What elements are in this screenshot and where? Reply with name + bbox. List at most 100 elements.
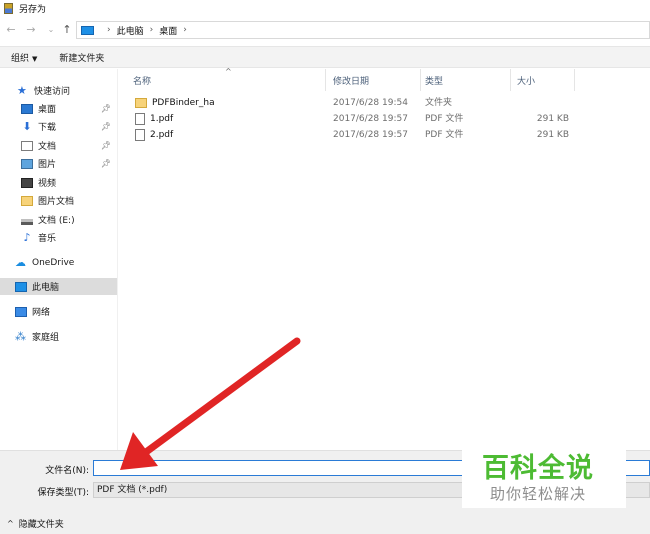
pin-icon[interactable]: 📌︎ [101,122,111,131]
sidebar-item-music[interactable]: ♪ 音乐 [0,229,117,246]
column-header-date[interactable]: 修改日期 [333,69,369,91]
file-type: PDF 文件 [425,114,464,124]
sidebar-item-label: 图片文档 [38,197,75,207]
file-row-pdf-1[interactable]: 1.pdf 2017/6/28 19:57 PDF 文件 291 KB [119,111,650,127]
file-name: 1.pdf [150,114,174,124]
app-icon [4,2,13,14]
document-icon [21,140,33,151]
column-divider[interactable] [325,69,326,91]
watermark-title: 百科全说 [482,453,594,484]
music-icon: ♪ [23,230,31,244]
sidebar-item-this-pc[interactable]: 此电脑 [0,278,117,295]
cloud-icon: ☁ [15,255,26,269]
file-name-cell: 2.pdf [135,127,173,143]
column-divider[interactable] [510,69,511,91]
column-header-type[interactable]: 类型 [425,69,443,91]
file-date: 2017/6/28 19:57 [333,130,408,140]
sidebar-item-label: 网络 [32,308,51,318]
sidebar-item-downloads[interactable]: ⬇ 下载 📌︎ [0,118,117,135]
sidebar-item-label: OneDrive [32,257,75,268]
pdf-file-icon [135,129,145,141]
sidebar-item-label: 下载 [38,123,57,133]
sidebar-item-quick-access[interactable]: ★ 快速访问 [0,82,117,99]
breadcrumb-this-pc[interactable]: 此电脑 [117,24,144,37]
file-date: 2017/6/28 19:54 [333,98,408,108]
organize-button[interactable]: 组织 ▼ [11,51,37,64]
sidebar-item-label: 文档 (E:) [38,216,75,226]
drive-icon [21,218,33,225]
file-name: 2.pdf [150,130,174,140]
sidebar-item-label: 文档 [38,142,57,152]
pin-icon[interactable]: 📌︎ [101,141,111,150]
computer-icon [15,281,27,292]
watermark: 百科全说 助你轻松解决 [462,440,626,508]
sidebar-item-label: 快速访问 [34,87,71,97]
sidebar-item-label: 此电脑 [32,283,60,293]
file-size: 291 KB [536,114,569,124]
picture-icon [21,158,33,169]
file-type: 文件夹 [425,98,453,108]
sidebar-item-desktop[interactable]: 桌面 📌︎ [0,100,117,117]
file-date: 2017/6/28 19:57 [333,114,408,124]
filetype-label: 保存类型(T): [37,488,89,498]
sort-ascending-icon: ^ [225,67,232,76]
address-bar[interactable]: › 此电脑 › 桌面 › [76,21,650,39]
new-folder-button[interactable]: 新建文件夹 [59,51,104,64]
hide-folders-button[interactable]: 隐藏文件夹 [19,517,64,530]
title-bar: 另存为 [0,0,650,16]
sidebar-item-network[interactable]: 网络 [0,303,117,320]
address-row: ← → ⌄ ↑ › 此电脑 › 桌面 › [0,19,650,41]
footer: ^ 隐藏文件夹 [0,512,650,534]
chevron-right-icon[interactable]: › [107,25,111,35]
desktop-icon [21,103,33,114]
homegroup-icon: ⁂ [15,329,26,343]
watermark-subtitle: 助你轻松解决 [490,485,587,503]
sidebar-item-onedrive[interactable]: ☁ OneDrive [0,254,117,271]
file-size [499,95,569,111]
file-row-folder[interactable]: PDFBinder_ha 2017/6/28 19:54 文件夹 [119,95,650,111]
back-arrow-icon[interactable]: ← [4,23,18,37]
pin-icon[interactable]: 📌︎ [101,104,111,113]
sidebar-item-drive-e[interactable]: 文档 (E:) [0,211,117,228]
navigation-pane: ★ 快速访问 桌面 📌︎ ⬇ 下载 📌︎ 文档 📌︎ 图片 📌︎ 视频 图片文档… [0,69,118,450]
column-divider[interactable] [420,69,421,91]
breadcrumb-desktop[interactable]: 桌面 [159,24,177,37]
organize-label: 组织 [11,53,30,64]
sidebar-item-label: 家庭组 [32,333,60,343]
up-arrow-icon[interactable]: ↑ [60,23,74,37]
pdf-file-icon [135,113,145,125]
column-divider[interactable] [574,69,575,91]
sidebar-item-picture-docs[interactable]: 图片文档 [0,192,117,209]
sidebar-item-videos[interactable]: 视频 [0,174,117,191]
column-header-name[interactable]: 名称 [133,69,151,91]
sidebar-item-label: 视频 [38,179,57,189]
pin-icon[interactable]: 📌︎ [101,159,111,168]
computer-icon [81,25,94,35]
sidebar-item-homegroup[interactable]: ⁂ 家庭组 [0,328,117,345]
sidebar-item-label: 图片 [38,160,57,170]
network-icon [15,306,27,317]
filename-label: 文件名(N): [45,466,89,476]
star-icon: ★ [17,83,27,97]
chevron-up-icon[interactable]: ^ [7,519,14,528]
file-row-pdf-2[interactable]: 2.pdf 2017/6/28 19:57 PDF 文件 291 KB [119,127,650,143]
folder-icon [21,195,33,206]
forward-arrow-icon[interactable]: → [24,23,38,37]
column-header-size[interactable]: 大小 [517,69,535,91]
sidebar-item-pictures[interactable]: 图片 📌︎ [0,155,117,172]
file-size: 291 KB [536,130,569,140]
file-type: PDF 文件 [425,130,464,140]
recent-dropdown-icon[interactable]: ⌄ [44,23,58,37]
download-icon: ⬇ [22,119,32,133]
sidebar-item-label: 桌面 [38,105,57,115]
toolbar: 组织 ▼ 新建文件夹 [0,46,650,68]
chevron-right-icon[interactable]: › [150,25,154,35]
sidebar-item-label: 音乐 [38,234,57,244]
window-title: 另存为 [19,4,47,15]
file-name-cell: PDFBinder_ha [135,95,215,111]
chevron-right-icon[interactable]: › [183,25,187,35]
file-list: ^ 名称 修改日期 类型 大小 PDFBinder_ha 2017/6/28 1… [119,67,650,450]
sidebar-item-documents[interactable]: 文档 📌︎ [0,137,117,154]
caret-down-icon: ▼ [32,54,38,63]
file-name: PDFBinder_ha [152,98,215,108]
